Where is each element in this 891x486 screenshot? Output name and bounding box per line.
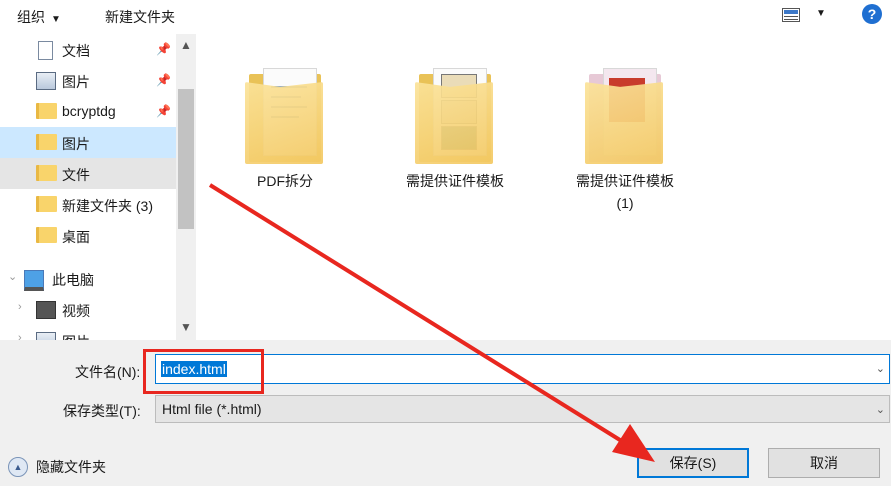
annotation-arrow <box>208 183 655 462</box>
